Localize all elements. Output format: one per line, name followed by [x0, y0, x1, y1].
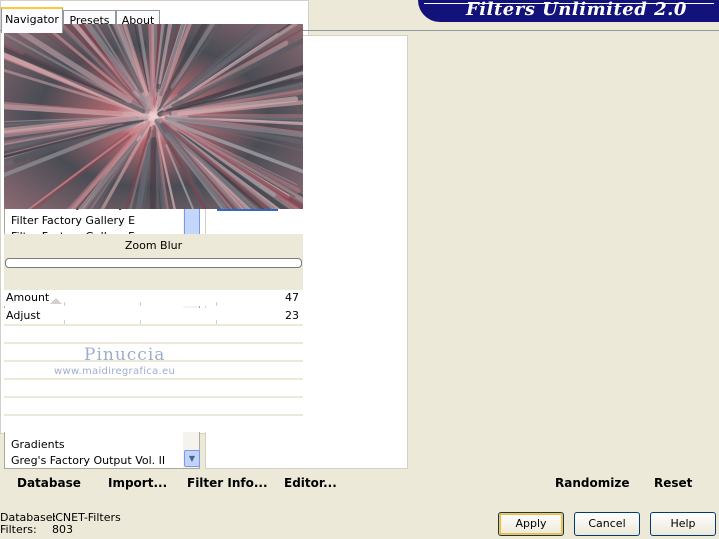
cancel-button[interactable]: Cancel [574, 512, 640, 536]
category-label: Filter Factory Gallery E [11, 214, 136, 227]
preview-image [4, 24, 303, 209]
filter-info-button[interactable]: Filter Info... [187, 470, 268, 496]
param-label: Adjust [6, 309, 41, 322]
param-amount[interactable]: Amount 47 [4, 290, 303, 306]
action-row: Database Import... Filter Info... Editor… [4, 470, 715, 496]
slider-ticks [64, 302, 284, 306]
param-value: 23 [285, 309, 299, 322]
help-button[interactable]: Help [650, 512, 716, 536]
slider-pointer[interactable] [50, 298, 62, 304]
empty-param-row [4, 378, 303, 396]
category-label: Gradients [11, 438, 65, 451]
randomize-button[interactable]: Randomize [555, 470, 629, 496]
progress-bar [5, 258, 302, 268]
editor-button[interactable]: Editor... [284, 470, 337, 496]
title-banner: Filters Unlimited 2.0 [418, 0, 719, 22]
watermark-url: www.maidiregrafica.eu [54, 366, 176, 377]
tab-navigator[interactable]: Navigator [1, 7, 63, 33]
param-value: 47 [285, 291, 299, 304]
empty-param-row [4, 324, 303, 342]
scroll-down-button[interactable]: ▼ [184, 450, 200, 467]
banner-title: Filters Unlimited 2.0 [466, 0, 687, 20]
param-adjust[interactable]: Adjust 23 [4, 308, 303, 324]
preview-filter-name: Zoom Blur [124, 239, 183, 252]
apply-button[interactable]: Apply [498, 512, 564, 536]
category-item[interactable]: Greg's Factory Output Vol. II [11, 453, 165, 469]
param-label: Amount [6, 291, 50, 304]
empty-param-row [4, 396, 303, 414]
filters-count-label: Filters: [0, 523, 37, 536]
filters-count-value: 803 [52, 523, 73, 536]
category-item[interactable]: Gradients [11, 437, 165, 453]
filter-name-band: Zoom Blur [4, 234, 303, 290]
database-button[interactable]: Database [17, 470, 81, 496]
status-info: Database:ICNET-Filters Filters: 803 [0, 512, 121, 536]
category-label: Greg's Factory Output Vol. II [11, 454, 166, 467]
watermark-name: Pinuccia [84, 345, 166, 365]
reset-button[interactable]: Reset [654, 470, 692, 496]
import-button[interactable]: Import... [108, 470, 167, 496]
category-item[interactable]: Filter Factory Gallery E [11, 213, 165, 229]
empty-param-row [4, 414, 303, 432]
